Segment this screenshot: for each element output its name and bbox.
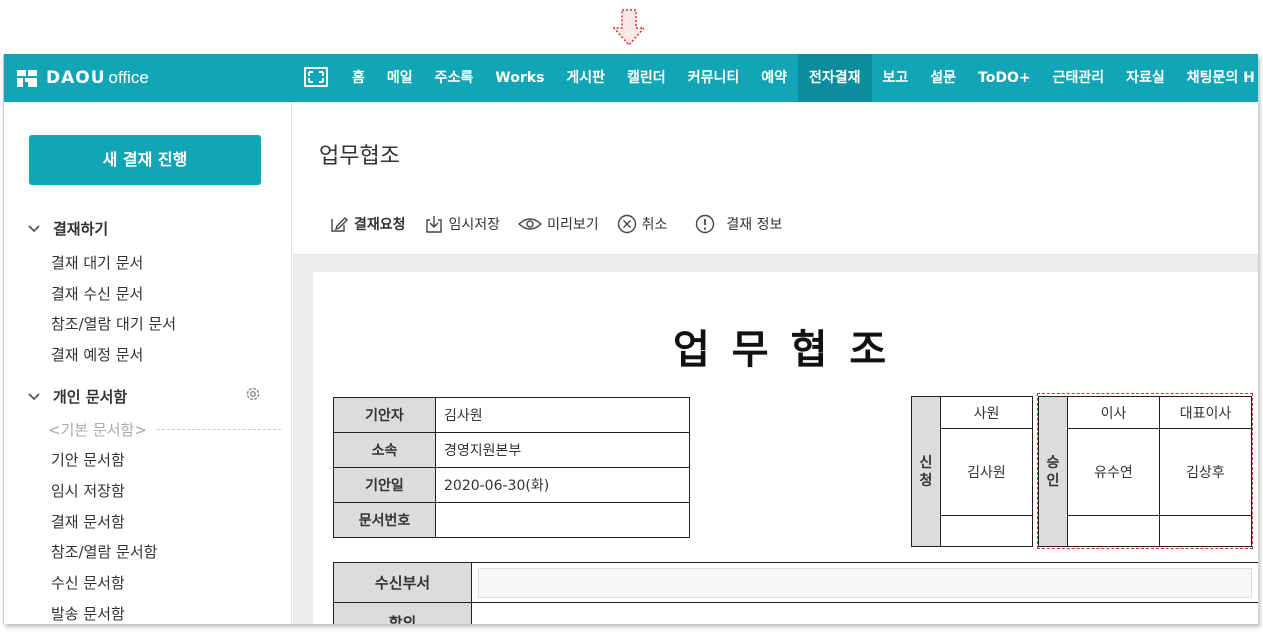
sidebar-item-reference[interactable]: 참조/열람 문서함	[51, 541, 157, 562]
approver-2-position: 대표이사	[1159, 396, 1252, 429]
sidebar-subheader-label: <기본 문서함>	[48, 421, 147, 439]
expand-menu-icon[interactable]	[304, 67, 328, 87]
nav-community[interactable]: 커뮤니티	[677, 54, 751, 102]
top-navigation-bar: DAOU office 홈 메일 주소록 Works 게시판 캘린더 커뮤니티 …	[4, 54, 1258, 102]
main-nav: 홈 메일 주소록 Works 게시판 캘린더 커뮤니티 예약 전자결재 보고 설…	[341, 54, 1258, 102]
temp-save-button[interactable]: 임시저장	[424, 214, 501, 234]
document-paper: 업무협조 기안자 김사원 소속 경영지원본부 기안일 2020-06-30(화)…	[313, 272, 1258, 624]
down-arrow-icon	[612, 9, 646, 47]
section-approve-header[interactable]: 결재하기	[28, 218, 108, 239]
apply-label: 신청	[911, 396, 941, 547]
nav-reservation[interactable]: 예약	[750, 54, 798, 102]
edit-icon	[331, 217, 348, 232]
cancel-button[interactable]: 취소	[617, 214, 668, 234]
chevron-down-icon	[28, 224, 40, 232]
daou-logo-icon	[17, 70, 37, 87]
approve-label: 승인	[1038, 396, 1068, 547]
sidebar-item-scheduled[interactable]: 결재 예정 문서	[51, 344, 143, 365]
apply-date-cell	[940, 515, 1033, 547]
approval-info-button[interactable]: 결재 정보	[695, 214, 782, 234]
nav-works[interactable]: Works	[484, 54, 555, 102]
document-title: 업무협조	[673, 327, 909, 373]
nav-library[interactable]: 자료실	[1115, 54, 1176, 102]
draft-info-table: 기안자 김사원 소속 경영지원본부 기안일 2020-06-30(화) 문서번호	[333, 397, 690, 538]
preview-button[interactable]: 미리보기	[518, 214, 599, 234]
sidebar-item-received[interactable]: 결재 수신 문서	[51, 283, 143, 304]
apply-label-text: 신청	[919, 454, 933, 489]
sidebar-item-approved[interactable]: 결재 문서함	[51, 511, 125, 532]
nav-chat-inquiry[interactable]: 채팅문의 H	[1176, 54, 1258, 102]
nav-todo[interactable]: ToDO+	[967, 54, 1042, 102]
apply-name: 김사원	[940, 428, 1033, 516]
temp-save-label: 임시저장	[448, 217, 501, 233]
app-window: DAOU office 홈 메일 주소록 Works 게시판 캘린더 커뮤니티 …	[3, 54, 1258, 624]
receive-dept-label: 수신부서	[333, 562, 472, 603]
apply-position: 사원	[940, 396, 1033, 429]
request-approval-button[interactable]: 결재요청	[329, 214, 406, 234]
logo-daou-text: DAOU	[46, 68, 106, 88]
approve-label-text: 승인	[1046, 454, 1060, 489]
close-circle-icon	[617, 214, 636, 234]
draft-date-label: 기안일	[333, 467, 436, 503]
doc-number-label: 문서번호	[333, 502, 436, 538]
nav-approval[interactable]: 전자결재	[797, 54, 872, 102]
drafter-label: 기안자	[333, 397, 436, 433]
agreement-label: 합의	[333, 602, 472, 624]
logo-office-text: office	[108, 68, 149, 87]
nav-contacts[interactable]: 주소록	[424, 54, 485, 102]
approver-1-date-cell	[1067, 515, 1160, 547]
chevron-down-icon	[28, 392, 40, 400]
nav-survey[interactable]: 설문	[919, 54, 967, 102]
sidebar-item-temp-saved[interactable]: 임시 저장함	[51, 480, 125, 501]
dept-value: 경영지원본부	[435, 432, 690, 468]
nav-home[interactable]: 홈	[341, 54, 376, 102]
toolbar: 결재요청 임시저장 미리보기 취소 결재 정보	[329, 212, 800, 236]
request-approval-label: 결재요청	[354, 217, 406, 233]
nav-attendance[interactable]: 근태관리	[1042, 54, 1116, 102]
approver-2-name[interactable]: 김상후	[1159, 428, 1252, 516]
draft-date-value: 2020-06-30(화)	[435, 467, 690, 503]
download-icon	[425, 216, 442, 233]
new-approval-button[interactable]: 새 결재 진행	[29, 135, 261, 185]
section-personal-title: 개인 문서함	[53, 388, 128, 406]
sidebar-item-reference-waiting[interactable]: 참조/열람 대기 문서	[51, 313, 176, 334]
section-personal-header[interactable]: 개인 문서함	[28, 386, 127, 407]
nav-mail[interactable]: 메일	[376, 54, 424, 102]
divider	[156, 429, 281, 430]
sidebar: 새 결재 진행 결재하기 결재 대기 문서 결재 수신 문서 참조/열람 대기 …	[4, 102, 292, 624]
dept-label: 소속	[333, 432, 436, 468]
approver-2-date-cell	[1159, 515, 1252, 547]
gear-icon[interactable]	[244, 385, 262, 403]
sidebar-item-inbox[interactable]: 수신 문서함	[51, 572, 125, 593]
cancel-label: 취소	[641, 217, 668, 233]
approval-info-label: 결재 정보	[726, 217, 783, 233]
nav-board[interactable]: 게시판	[555, 54, 616, 102]
receive-table: 수신부서 합의	[333, 562, 1258, 624]
eye-icon	[518, 218, 543, 230]
sidebar-item-waiting[interactable]: 결재 대기 문서	[51, 252, 143, 273]
section-approve-title: 결재하기	[53, 220, 109, 238]
sidebar-item-sent[interactable]: 발송 문서함	[51, 603, 125, 624]
receive-dept-input[interactable]	[478, 567, 1252, 598]
preview-label: 미리보기	[547, 217, 599, 233]
approver-1-name[interactable]: 유수연	[1067, 428, 1160, 516]
nav-report[interactable]: 보고	[872, 54, 920, 102]
sidebar-subheader-default: <기본 문서함>	[48, 419, 281, 440]
daou-office-logo[interactable]: DAOU office	[16, 65, 149, 91]
page-title: 업무협조	[319, 144, 400, 169]
doc-number-value	[435, 502, 690, 538]
nav-calendar[interactable]: 캘린더	[616, 54, 677, 102]
sidebar-item-drafts[interactable]: 기안 문서함	[51, 449, 125, 470]
info-icon	[696, 214, 715, 234]
signature-table: 신청 사원 승인 이사 대표이사 김사원 유수연 김상후	[911, 396, 1252, 547]
drafter-value: 김사원	[435, 397, 690, 433]
approver-1-position: 이사	[1067, 396, 1160, 429]
